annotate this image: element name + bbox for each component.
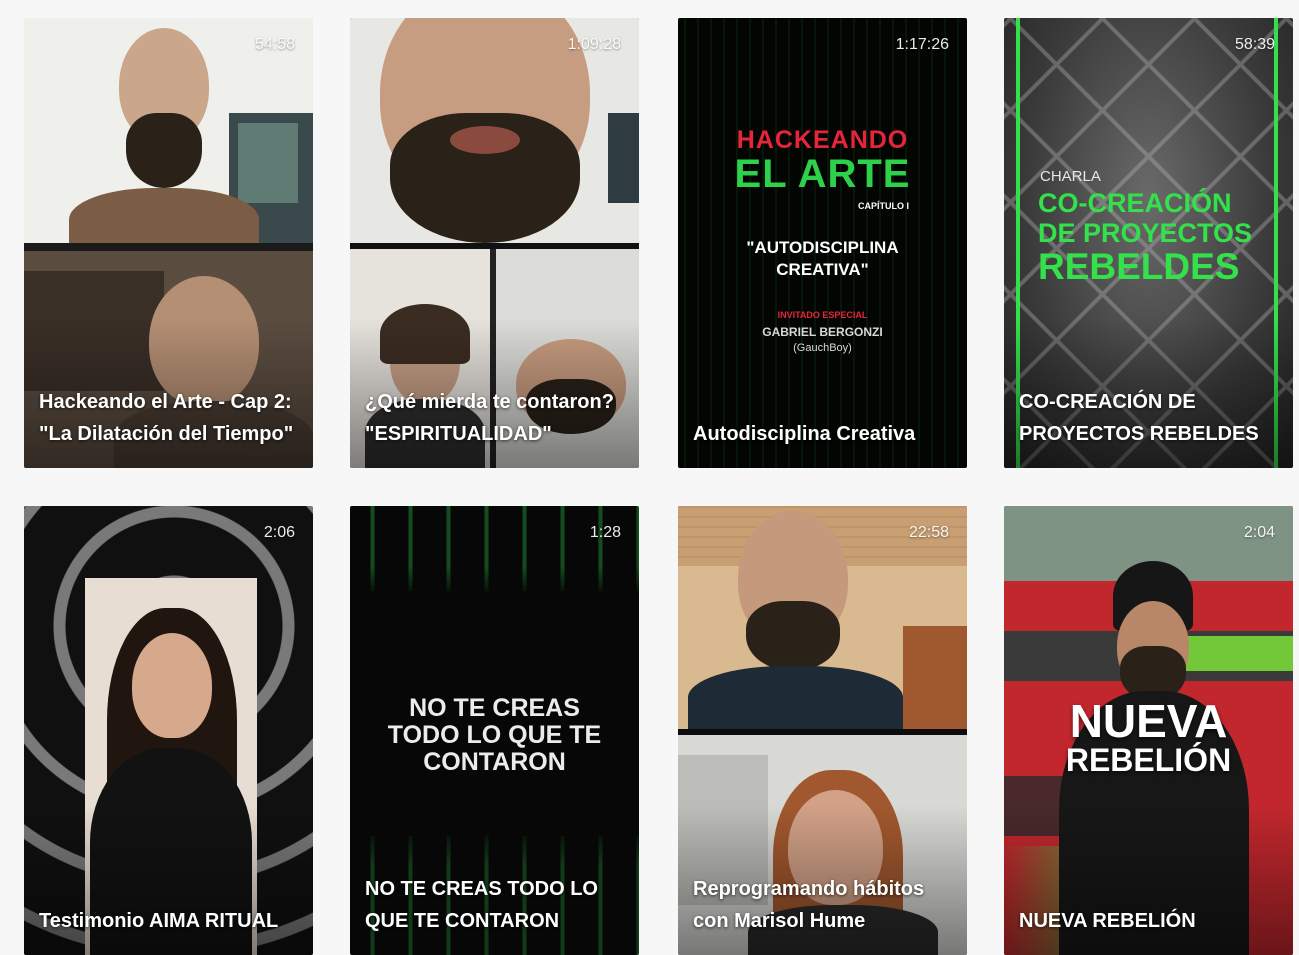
video-title[interactable]: ¿Qué mierda te contaron? "ESPIRITUALIDAD…	[365, 386, 627, 450]
poster-line2: DE PROYECTOS	[1038, 218, 1253, 248]
poster-line2: REBELIÓN	[1065, 742, 1232, 778]
poster-quote-line1: "AUTODISCIPLINA	[746, 238, 899, 257]
video-card-hackeando-cap2[interactable]: 54:58 Hackeando el Arte - Cap 2: "La Dil…	[24, 18, 313, 468]
poster-line3: CONTARON	[423, 748, 566, 776]
video-title[interactable]: Hackeando el Arte - Cap 2: "La Dilatació…	[39, 386, 301, 450]
duration-badge: 22:58	[908, 524, 949, 541]
duration-badge: 2:04	[1243, 524, 1275, 541]
video-title[interactable]: Testimonio AIMA RITUAL	[39, 905, 301, 937]
video-title[interactable]: Reprogramando hábitos con Marisol Hume	[693, 873, 955, 937]
poster-title-line1: HACKEANDO	[736, 126, 909, 154]
duration-badge: 58:39	[1234, 36, 1275, 53]
poster-quote-line2: CREATIVA"	[776, 260, 869, 279]
video-title[interactable]: NUEVA REBELIÓN	[1019, 905, 1281, 937]
video-card-testimonio-aima[interactable]: 2:06 Testimonio AIMA RITUAL	[24, 506, 313, 955]
video-card-reprogramando[interactable]: 22:58 Reprogramando hábitos con Marisol …	[678, 506, 967, 955]
video-title[interactable]: NO TE CREAS TODO LO QUE TE CONTARON	[365, 873, 627, 937]
poster-guest-name: GABRIEL BERGONZI	[762, 325, 883, 339]
duration-badge: 2:06	[263, 524, 295, 541]
video-card-no-te-creas[interactable]: NO TE CREAS TODO LO QUE TE CONTARON 1:28…	[350, 506, 639, 955]
duration-badge: 1:17:26	[895, 36, 949, 53]
poster-line3: REBELDES	[1038, 246, 1240, 287]
poster-line1: NO TE CREAS	[409, 694, 580, 722]
video-card-co-creacion[interactable]: CHARLA CO-CREACIÓN DE PROYECTOS REBELDES…	[1004, 18, 1293, 468]
poster-chapter: CAPÍTULO I	[858, 201, 909, 211]
video-card-nueva-rebelion[interactable]: NUEVA REBELIÓN 2:04 NUEVA REBELIÓN	[1004, 506, 1293, 955]
duration-badge: 54:58	[254, 36, 295, 53]
poster-line1: CO-CREACIÓN	[1038, 188, 1232, 218]
video-card-que-mierda[interactable]: 1:09:28 ¿Qué mierda te contaron? "ESPIRI…	[350, 18, 639, 468]
poster-title-line2: EL ARTE	[734, 152, 911, 196]
poster-guest-alias: (GauchBoy)	[793, 342, 852, 354]
poster-guest-label: INVITADO ESPECIAL	[777, 310, 868, 320]
video-title[interactable]: Autodisciplina Creativa	[693, 418, 955, 450]
poster-line2: TODO LO QUE TE	[387, 721, 602, 749]
duration-badge: 1:28	[589, 524, 621, 541]
poster-kicker: CHARLA	[1040, 168, 1101, 185]
video-title[interactable]: CO-CREACIÓN DE PROYECTOS REBELDES	[1019, 386, 1281, 450]
video-card-autodisciplina[interactable]: HACKEANDO EL ARTE CAPÍTULO I "AUTODISCIP…	[678, 18, 967, 468]
poster-line1: NUEVA	[1069, 695, 1228, 747]
duration-badge: 1:09:28	[567, 36, 621, 53]
